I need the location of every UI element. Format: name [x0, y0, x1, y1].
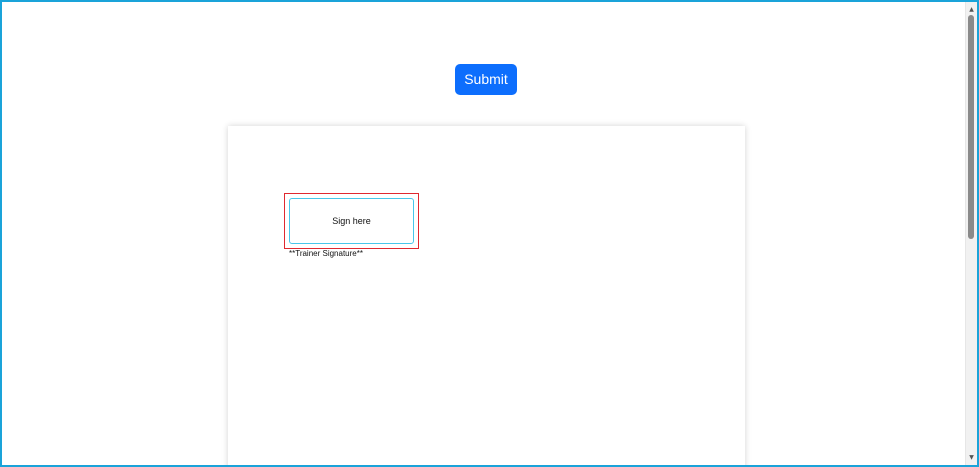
document-page: Sign here **Trainer Signature** [228, 126, 745, 465]
submit-button[interactable]: Submit [455, 64, 517, 95]
scroll-down-icon[interactable]: ▼ [966, 452, 977, 463]
scroll-up-icon[interactable]: ▲ [966, 4, 977, 15]
signature-placeholder: Sign here [332, 216, 371, 226]
browser-window: Submit Sign here **Trainer Signature** ▲… [0, 0, 979, 467]
signature-field-highlight: Sign here [284, 193, 419, 249]
scrollbar-thumb[interactable] [968, 15, 974, 239]
signature-field[interactable]: Sign here [289, 198, 414, 244]
signature-caption: **Trainer Signature** [289, 249, 363, 258]
vertical-scrollbar[interactable]: ▲ ▼ [965, 2, 977, 465]
